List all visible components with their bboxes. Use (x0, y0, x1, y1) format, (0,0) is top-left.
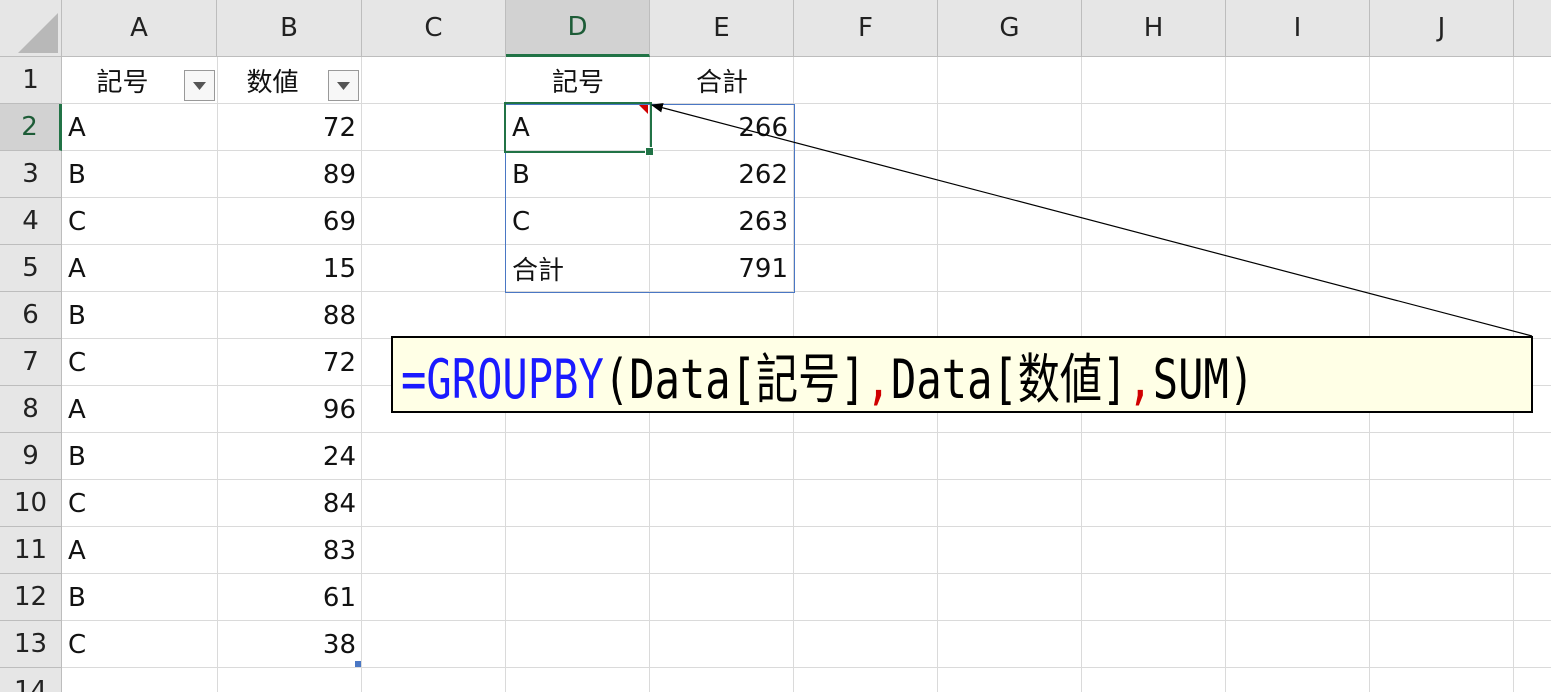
formula-close-paren: ) (1228, 348, 1255, 411)
row-header-11[interactable]: 11 (0, 527, 62, 574)
column-header-g[interactable]: G (938, 0, 1082, 57)
row-header-1[interactable]: 1 (0, 57, 62, 104)
row-header-6[interactable]: 6 (0, 292, 62, 339)
row-header-10[interactable]: 10 (0, 480, 62, 527)
column-header-b[interactable]: B (217, 0, 362, 57)
cell-d5[interactable]: 合計 (506, 245, 650, 292)
cell-e4[interactable]: 263 (650, 198, 794, 245)
cell-a9[interactable]: B (62, 433, 217, 480)
cell-b7[interactable]: 72 (217, 339, 362, 386)
table-resize-handle[interactable] (355, 661, 361, 667)
row-header-2[interactable]: 2 (0, 104, 62, 151)
result-header-goukei[interactable]: 合計 (650, 57, 794, 104)
cell-e3[interactable]: 262 (650, 151, 794, 198)
chevron-down-icon (337, 81, 350, 90)
cell-a13[interactable]: C (62, 621, 217, 668)
column-header-d[interactable]: D (506, 0, 650, 57)
cell-b10[interactable]: 84 (217, 480, 362, 527)
cell-a7[interactable]: C (62, 339, 217, 386)
cell-b6[interactable]: 88 (217, 292, 362, 339)
cell-a10[interactable]: C (62, 480, 217, 527)
result-header-kigou[interactable]: 記号 (506, 57, 650, 104)
filter-dropdown-button[interactable] (184, 70, 215, 101)
column-header-i[interactable]: I (1226, 0, 1370, 57)
formula-arg-1: Data[記号] (629, 348, 866, 411)
cell-a11[interactable]: A (62, 527, 217, 574)
row-header-3[interactable]: 3 (0, 151, 62, 198)
cell-a6[interactable]: B (62, 292, 217, 339)
row-header-8[interactable]: 8 (0, 386, 62, 433)
select-all-button[interactable] (0, 0, 62, 57)
formula-equals: = (401, 348, 427, 411)
formula-open-paren: ( (603, 348, 630, 411)
cell-b8[interactable]: 96 (217, 386, 362, 433)
row-header-14[interactable]: 14 (0, 668, 62, 692)
row-header-9[interactable]: 9 (0, 433, 62, 480)
cell-a4[interactable]: C (62, 198, 217, 245)
column-header-a[interactable]: A (62, 0, 217, 57)
cell-a2[interactable]: A (62, 104, 217, 151)
cell-d4[interactable]: C (506, 198, 650, 245)
formula-separator: , (1127, 348, 1153, 411)
cell-b9[interactable]: 24 (217, 433, 362, 480)
formula-text: =GROUPBY(Data[記号],Data[数値],SUM) (401, 338, 1255, 411)
formula-callout: =GROUPBY(Data[記号],Data[数値],SUM) (391, 336, 1533, 413)
row-header-4[interactable]: 4 (0, 198, 62, 245)
formula-separator: , (865, 348, 891, 411)
comment-indicator-icon (639, 105, 648, 114)
formula-function-name: GROUPBY (426, 348, 604, 411)
row-header-13[interactable]: 13 (0, 621, 62, 668)
cell-a8[interactable]: A (62, 386, 217, 433)
fill-handle[interactable] (645, 147, 654, 156)
cell-b4[interactable]: 69 (217, 198, 362, 245)
cell-b3[interactable]: 89 (217, 151, 362, 198)
column-header-c[interactable]: C (362, 0, 506, 57)
formula-arg-3: SUM (1152, 348, 1229, 411)
cell-e2[interactable]: 266 (650, 104, 794, 151)
chevron-down-icon (193, 81, 206, 90)
column-header-j[interactable]: J (1370, 0, 1514, 57)
cell-d2[interactable]: A (506, 104, 650, 151)
cell-e5[interactable]: 791 (650, 245, 794, 292)
formula-arg-2: Data[数値] (890, 348, 1128, 411)
column-header-e[interactable]: E (650, 0, 794, 57)
select-all-triangle-icon (18, 13, 58, 53)
filter-dropdown-button[interactable] (328, 70, 359, 101)
cell-b11[interactable]: 83 (217, 527, 362, 574)
cell-a5[interactable]: A (62, 245, 217, 292)
row-header-12[interactable]: 12 (0, 574, 62, 621)
cell-a3[interactable]: B (62, 151, 217, 198)
column-header-f[interactable]: F (794, 0, 938, 57)
cell-b5[interactable]: 15 (217, 245, 362, 292)
cell-b12[interactable]: 61 (217, 574, 362, 621)
row-header-7[interactable]: 7 (0, 339, 62, 386)
column-header-h[interactable]: H (1082, 0, 1226, 57)
row-header-5[interactable]: 5 (0, 245, 62, 292)
spreadsheet-grid[interactable]: A B C D E F G H I J 1 2 3 4 5 6 7 8 9 10… (0, 0, 1551, 692)
cell-b2[interactable]: 72 (217, 104, 362, 151)
cell-a12[interactable]: B (62, 574, 217, 621)
column-header-k[interactable] (1514, 0, 1551, 57)
cell-d3[interactable]: B (506, 151, 650, 198)
cell-b13[interactable]: 38 (217, 621, 362, 668)
